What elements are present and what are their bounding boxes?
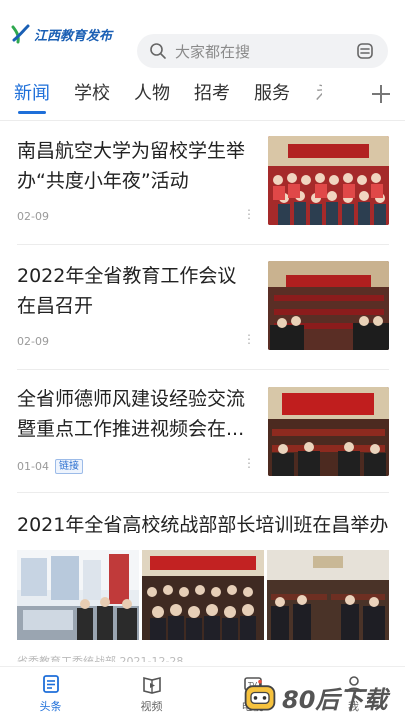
more-options-icon[interactable]: ⋮ — [243, 333, 255, 345]
video-book-icon — [142, 676, 161, 694]
article-divider — [17, 492, 389, 493]
article-item[interactable]: 南昌航空大学为留校学生举办“共度小年夜”活动 02-09 ⋮ — [17, 136, 389, 236]
headline-icon — [42, 675, 59, 693]
nav-label: 头条 — [39, 700, 62, 713]
nav-headlines[interactable]: 头条 — [0, 667, 101, 720]
article-divider — [17, 244, 389, 245]
article-item[interactable]: 全省师德师风建设经验交流暨重点工作推进视频会在... 01-04 链接 ⋮ — [17, 384, 389, 484]
article-date: 01-04 — [17, 460, 49, 473]
article-thumbnail — [142, 550, 264, 640]
article-date: 02-09 — [17, 210, 49, 223]
article-title[interactable]: 2021年全省高校统战部部长培训班在昌举办 — [17, 510, 397, 540]
article-title: 南昌航空大学为留校学生举办“共度小年夜”活动 — [17, 140, 246, 192]
tab-schools[interactable]: 学校 — [74, 72, 110, 118]
logo-mark-icon — [11, 24, 30, 44]
article-thumbnail — [267, 550, 389, 640]
tab-exams[interactable]: 招考 — [194, 72, 230, 118]
article-title: 全省师德师风建设经验交流暨重点工作推进视频会在... — [17, 388, 246, 440]
search-bar[interactable]: 大家都在搜 — [137, 34, 388, 68]
tab-news[interactable]: 新闻 — [14, 72, 50, 118]
tab-overflow[interactable]: え — [314, 72, 322, 118]
watermark-text: 80后下载 — [282, 685, 388, 714]
more-options-icon[interactable]: ⋮ — [243, 208, 255, 220]
article-title: 2022年全省教育工作会议在昌召开 — [17, 265, 237, 317]
watermark: 80后下载 — [242, 676, 402, 718]
nav-video[interactable]: 视频 — [101, 667, 202, 720]
category-tabs: 新闻 学校 人物 招考 服务 え — [0, 72, 405, 118]
article-item[interactable]: 2022年全省教育工作会议在昌召开 02-09 ⋮ — [17, 261, 389, 361]
search-icon — [150, 43, 166, 59]
search-placeholder: 大家都在搜 — [175, 42, 251, 61]
article-thumbnail — [268, 387, 389, 476]
link-badge: 链接 — [54, 459, 83, 474]
article-thumbnail — [268, 136, 389, 225]
tab-services[interactable]: 服务 — [254, 72, 290, 118]
article-thumbnail — [17, 550, 139, 640]
logo-text: 江西教育发布 — [34, 28, 113, 44]
article-divider — [17, 369, 389, 370]
article-meta: 02-09 — [17, 335, 49, 348]
article-date: 02-09 — [17, 335, 49, 348]
article-thumbnail — [268, 261, 389, 350]
article-meta: 02-09 — [17, 210, 49, 223]
scan-icon[interactable] — [356, 42, 374, 60]
watermark-robot-icon — [244, 679, 276, 711]
app-logo: 江西教育发布 — [10, 19, 130, 49]
tabs-divider — [0, 120, 405, 121]
tab-people[interactable]: 人物 — [134, 72, 170, 118]
article-meta-partial: 省委教育工委统战部 2021-12-28 — [17, 655, 184, 662]
nav-label: 视频 — [140, 700, 163, 713]
more-options-icon[interactable]: ⋮ — [243, 457, 255, 469]
article-meta: 01-04 链接 — [17, 459, 83, 474]
add-tab-plus-icon[interactable] — [369, 82, 393, 106]
